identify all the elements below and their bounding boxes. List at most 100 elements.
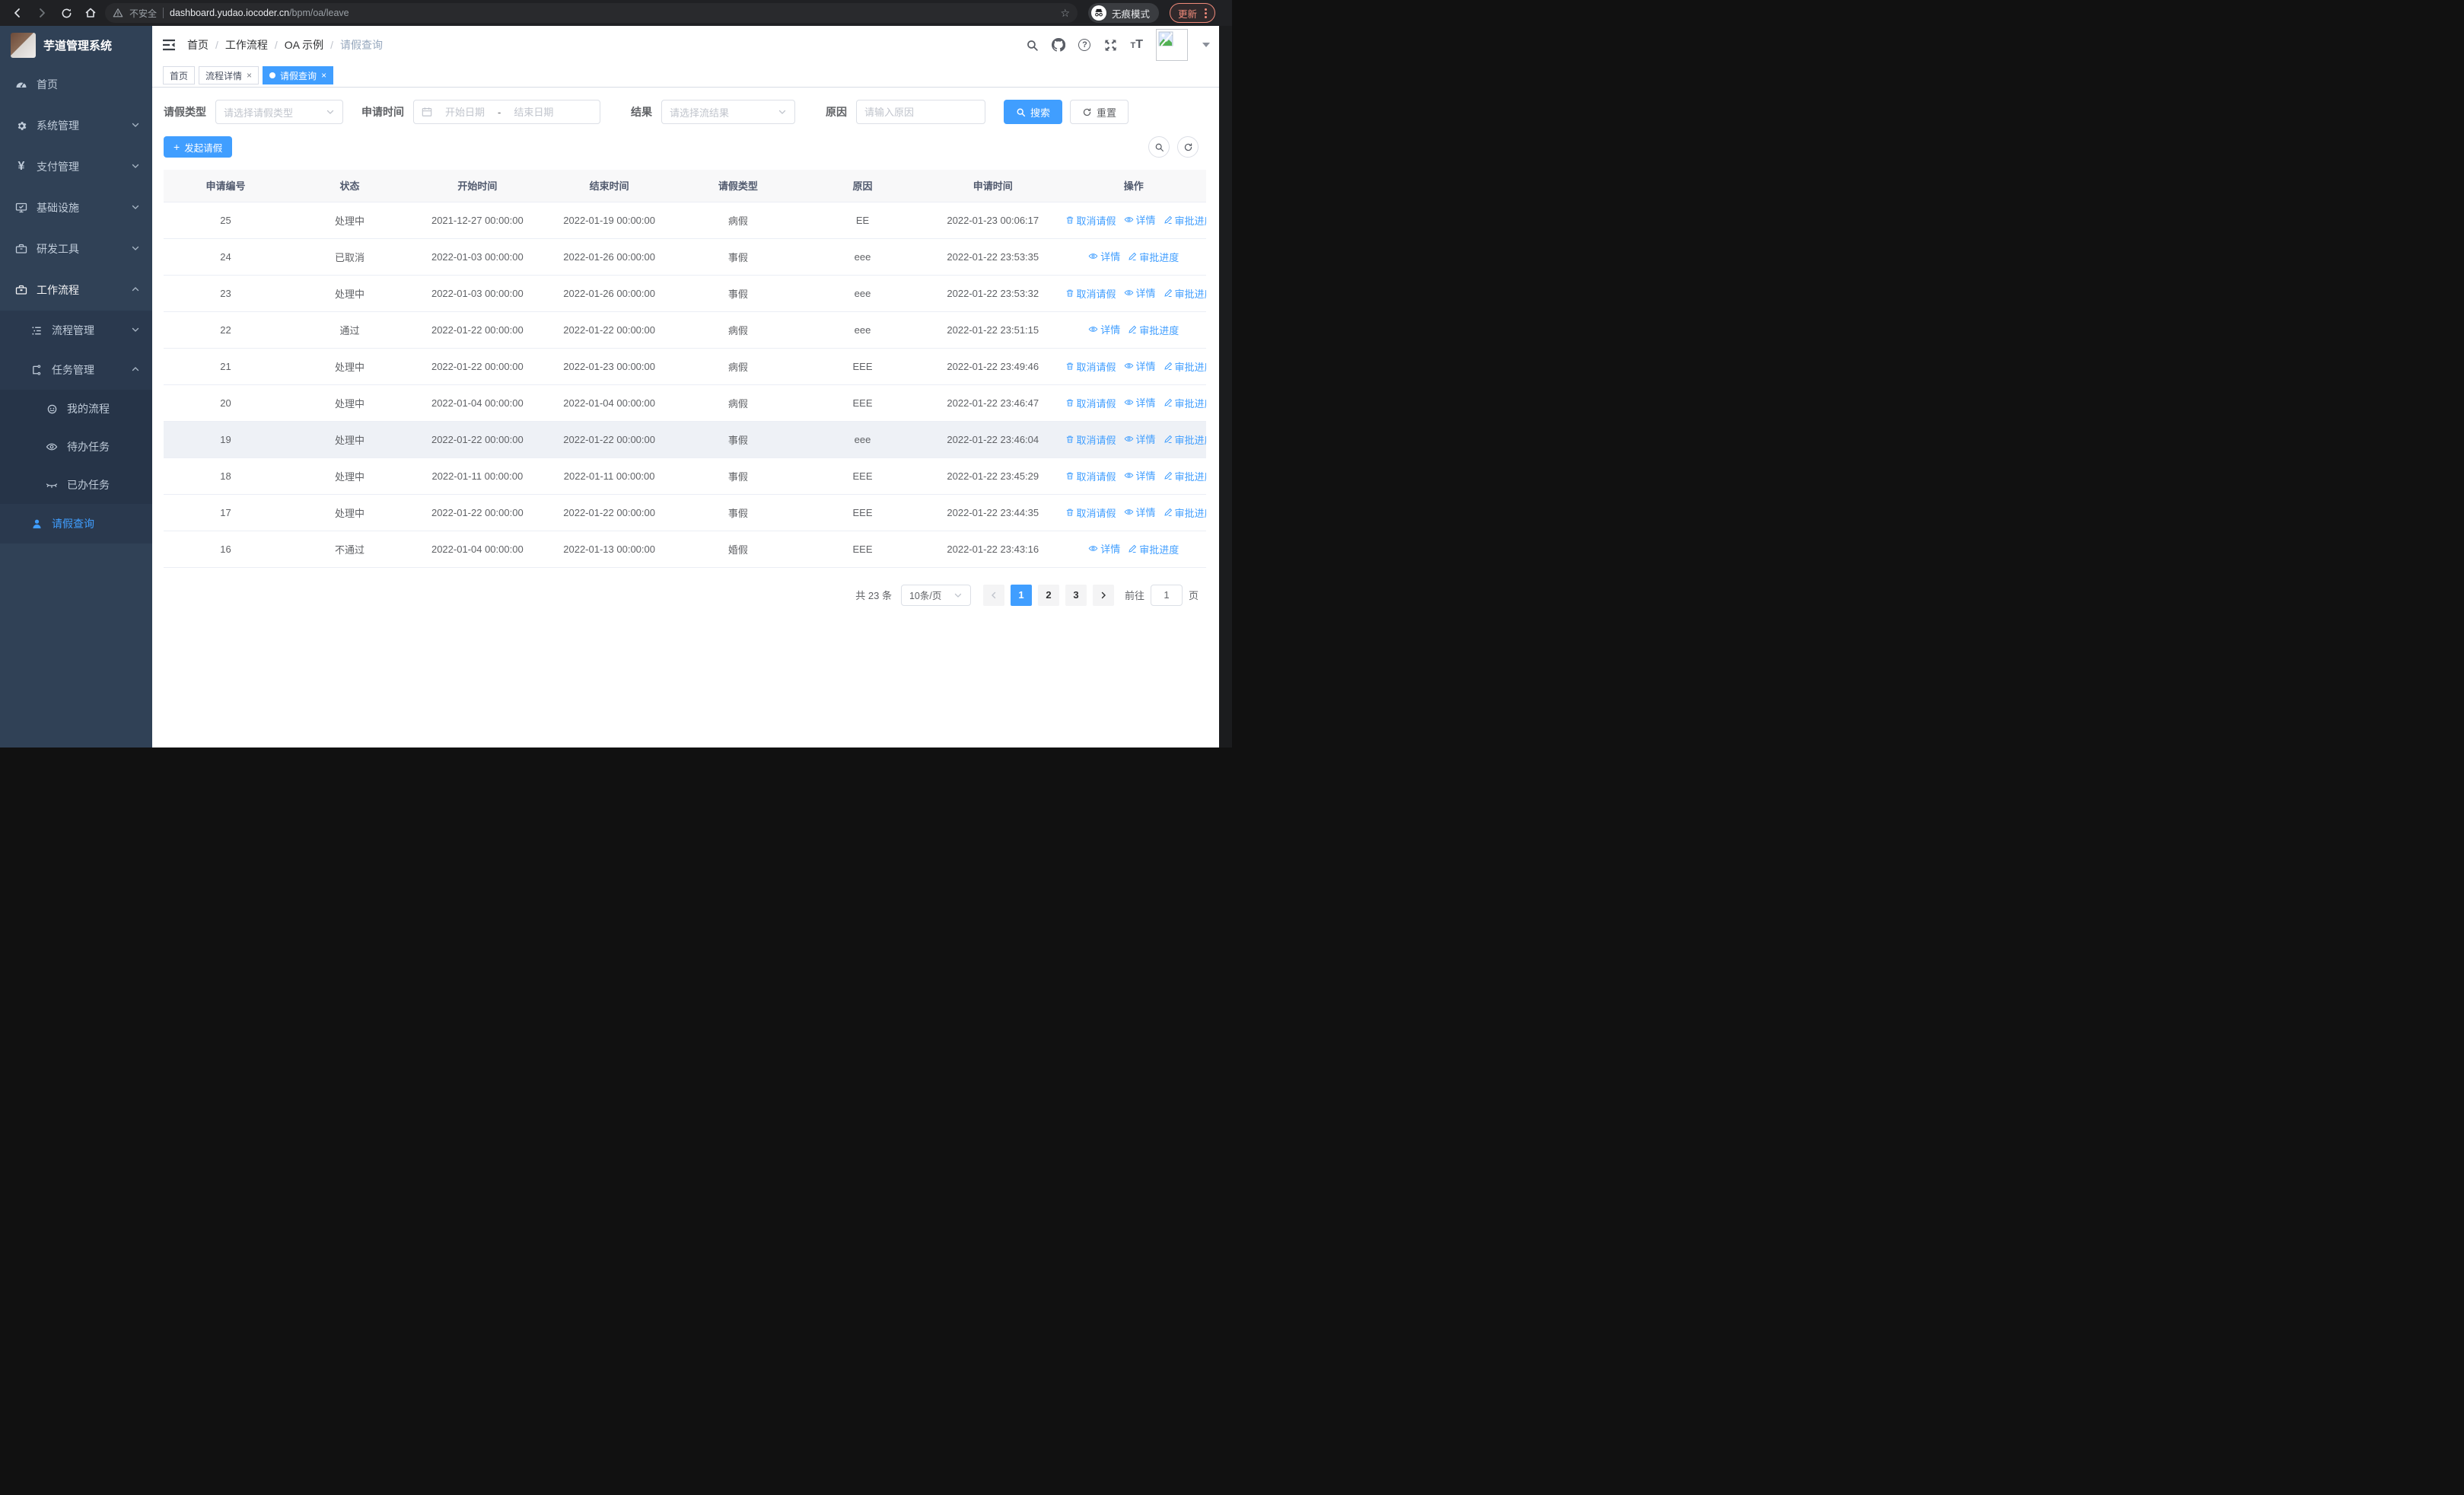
cancel-leave-link[interactable]: 取消请假 <box>1065 469 1116 483</box>
approval-progress-link[interactable]: 审批进度 <box>1128 323 1179 337</box>
apply-time-range-picker[interactable]: - <box>413 100 600 124</box>
sidebar-item-system[interactable]: 系统管理 <box>0 105 152 146</box>
refresh-table-button[interactable] <box>1177 136 1199 158</box>
sidebar-toggle-icon[interactable] <box>161 37 177 53</box>
leave-type-select[interactable]: 请选择请假类型 <box>215 100 343 124</box>
start-date-input[interactable] <box>438 106 492 118</box>
cell-status: 已取消 <box>288 238 412 276</box>
tab-process-detail[interactable]: 流程详情 × <box>199 66 259 84</box>
toggle-search-button[interactable] <box>1148 136 1170 158</box>
cell-end: 2022-01-19 00:00:00 <box>543 202 676 239</box>
browser-update-button[interactable]: 更新 <box>1170 3 1216 23</box>
approval-progress-link[interactable]: 审批进度 <box>1164 432 1206 447</box>
cell-end: 2022-01-26 00:00:00 <box>543 275 676 312</box>
sidebar-item-my-process[interactable]: 我的流程 <box>0 390 152 428</box>
detail-link[interactable]: 详情 <box>1088 541 1120 556</box>
cell-type: 病假 <box>675 202 801 239</box>
back-icon[interactable] <box>8 3 27 23</box>
browser-scrollbar[interactable] <box>1219 26 1232 748</box>
detail-link[interactable]: 详情 <box>1088 249 1120 263</box>
sidebar-item-home[interactable]: 首页 <box>0 64 152 105</box>
detail-link[interactable]: 详情 <box>1124 432 1156 446</box>
sidebar-item-payment[interactable]: ¥ 支付管理 <box>0 146 152 187</box>
approval-progress-link[interactable]: 审批进度 <box>1164 505 1206 520</box>
cancel-leave-link[interactable]: 取消请假 <box>1065 213 1116 228</box>
avatar[interactable] <box>1156 29 1188 61</box>
detail-link[interactable]: 详情 <box>1124 468 1156 483</box>
help-icon[interactable]: ? <box>1078 39 1091 51</box>
reload-icon[interactable] <box>56 3 76 23</box>
detail-link[interactable]: 详情 <box>1124 505 1156 519</box>
result-select[interactable]: 请选择流结果 <box>661 100 795 124</box>
yen-icon: ¥ <box>18 160 25 173</box>
close-icon[interactable]: × <box>247 70 252 81</box>
detail-link[interactable]: 详情 <box>1124 395 1156 410</box>
chevron-down-icon <box>131 161 140 173</box>
goto-page-input[interactable] <box>1150 584 1183 606</box>
tab-home[interactable]: 首页 <box>163 66 196 84</box>
cell-start: 2022-01-22 00:00:00 <box>412 311 543 349</box>
pen-icon <box>1164 472 1172 480</box>
table-row: 23 处理中 2022-01-03 00:00:00 2022-01-26 00:00… <box>164 275 1206 312</box>
detail-link[interactable]: 详情 <box>1088 322 1120 336</box>
reason-input[interactable] <box>857 100 985 123</box>
search-button[interactable]: 搜索 <box>1004 100 1063 124</box>
github-icon[interactable] <box>1052 38 1066 52</box>
approval-progress-link[interactable]: 审批进度 <box>1164 213 1206 228</box>
end-date-input[interactable] <box>507 106 561 118</box>
page-size-select[interactable]: 10条/页 <box>900 584 971 606</box>
tab-leave-query[interactable]: 请假查询 × <box>263 66 334 84</box>
detail-link[interactable]: 详情 <box>1124 285 1156 300</box>
sidebar-item-leave-query[interactable]: 请假查询 <box>0 504 152 543</box>
sidebar-item-process-mgmt[interactable]: 流程管理 <box>0 311 152 350</box>
approval-progress-link[interactable]: 审批进度 <box>1164 286 1206 301</box>
breadcrumb-oa[interactable]: OA 示例 <box>285 37 323 53</box>
close-icon[interactable]: × <box>321 70 326 81</box>
page-button-2[interactable]: 2 <box>1037 584 1059 606</box>
security-chip-label[interactable]: 不安全 <box>129 7 157 20</box>
approval-progress-link[interactable]: 审批进度 <box>1164 396 1206 410</box>
page-button-3[interactable]: 3 <box>1065 584 1087 606</box>
app-logo[interactable]: 芋道管理系统 <box>0 26 152 64</box>
cancel-leave-link[interactable]: 取消请假 <box>1065 286 1116 301</box>
approval-progress-link[interactable]: 审批进度 <box>1128 250 1179 264</box>
search-icon[interactable] <box>1025 38 1039 52</box>
sidebar-item-infra[interactable]: 基础设施 <box>0 187 152 228</box>
avatar-dropdown-caret[interactable] <box>1202 43 1210 47</box>
home-icon[interactable] <box>81 3 100 23</box>
cancel-leave-link[interactable]: 取消请假 <box>1065 505 1116 520</box>
prev-page-button[interactable] <box>982 584 1004 606</box>
fullscreen-icon[interactable] <box>1103 38 1117 52</box>
cell-id: 16 <box>164 531 288 568</box>
approval-progress-link[interactable]: 审批进度 <box>1128 542 1179 556</box>
breadcrumb-home[interactable]: 首页 <box>187 37 209 53</box>
detail-link[interactable]: 详情 <box>1124 359 1156 373</box>
forward-icon[interactable] <box>32 3 52 23</box>
sidebar-item-task-mgmt[interactable]: 任务管理 <box>0 350 152 390</box>
breadcrumb-workflow[interactable]: 工作流程 <box>225 37 268 53</box>
url-text[interactable]: dashboard.yudao.iocoder.cn/bpm/oa/leave <box>170 8 349 18</box>
create-leave-button[interactable]: 发起请假 <box>164 136 233 158</box>
page-button-1[interactable]: 1 <box>1010 584 1032 606</box>
cancel-leave-link[interactable]: 取消请假 <box>1065 396 1116 410</box>
next-page-button[interactable] <box>1092 584 1114 606</box>
address-bar[interactable]: 不安全 dashboard.yudao.iocoder.cn/bpm/oa/le… <box>105 3 1078 23</box>
sidebar-item-devtools[interactable]: 研发工具 <box>0 228 152 269</box>
approval-progress-link[interactable]: 审批进度 <box>1164 469 1206 483</box>
robot-icon <box>46 403 58 415</box>
bookmark-star-icon[interactable]: ☆ <box>1060 7 1070 20</box>
cell-applied: 2022-01-22 23:44:35 <box>925 494 1062 531</box>
sidebar-item-done-tasks[interactable]: 已办任务 <box>0 466 152 504</box>
cancel-leave-link[interactable]: 取消请假 <box>1065 432 1116 447</box>
col-status: 状态 <box>288 170 412 202</box>
approval-progress-link[interactable]: 审批进度 <box>1164 359 1206 374</box>
font-size-icon[interactable] <box>1130 38 1143 52</box>
sidebar-item-workflow[interactable]: 工作流程 <box>0 269 152 311</box>
detail-link[interactable]: 详情 <box>1124 212 1156 227</box>
browser-menu-icon[interactable] <box>1205 8 1208 18</box>
cancel-leave-link[interactable]: 取消请假 <box>1065 359 1116 374</box>
reset-button[interactable]: 重置 <box>1070 100 1129 124</box>
sidebar-item-todo-tasks[interactable]: 待办任务 <box>0 428 152 466</box>
pen-icon <box>1129 326 1137 334</box>
eye-icon <box>1088 327 1098 333</box>
